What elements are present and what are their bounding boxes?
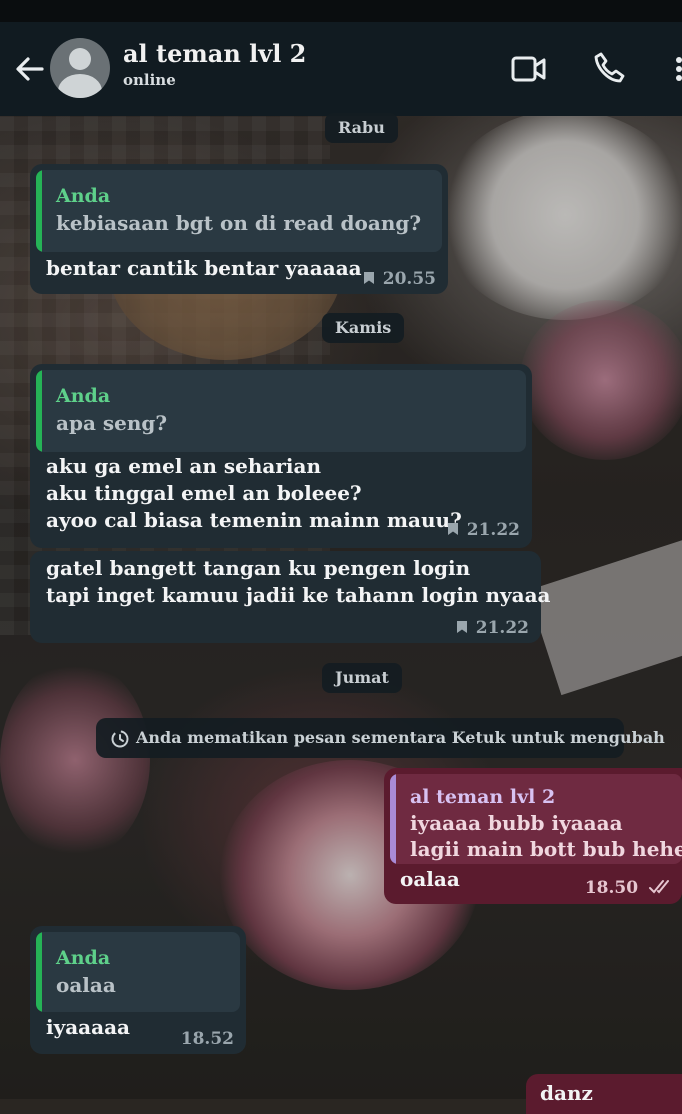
double-check-read-icon — [649, 880, 669, 894]
quote-sender: Anda — [56, 947, 111, 969]
message-bubble-outgoing[interactable]: danz — [526, 1074, 682, 1114]
avatar-placeholder-icon[interactable] — [50, 38, 110, 98]
date-divider-kamis: Kamis — [322, 313, 405, 343]
message-meta: 18.50 — [585, 877, 674, 899]
contact-info[interactable]: al teman lvl 2 online — [123, 38, 306, 90]
message-time: 18.52 — [180, 1029, 234, 1049]
message-text: iyaaaaa — [46, 1015, 131, 1039]
quoted-message[interactable]: Anda kebiasaan bgt on di read doang? — [36, 170, 442, 252]
phone-call-icon[interactable] — [592, 50, 628, 86]
quoted-message[interactable]: Anda oalaa — [36, 932, 240, 1012]
message-time: 21.22 — [466, 520, 520, 540]
starred-icon — [363, 272, 374, 284]
message-bubble-incoming[interactable]: Anda kebiasaan bgt on di read doang? ben… — [30, 164, 448, 294]
contact-status: online — [123, 71, 176, 89]
back-arrow-icon[interactable] — [12, 52, 46, 86]
starred-icon — [456, 621, 467, 633]
date-divider-rabu: Rabu — [325, 113, 398, 143]
message-time: 18.50 — [584, 878, 639, 898]
quote-text: kebiasaan bgt on di read doang? — [56, 211, 422, 235]
disappearing-messages-notice[interactable]: Anda mematikan pesan sementara Ketuk unt… — [96, 718, 665, 758]
quote-text: iyaaaa bubb iyaaaa lagii main bott bub h… — [410, 811, 682, 861]
notice-text: Anda mematikan pesan sementara Ketuk unt… — [136, 728, 665, 747]
message-time: 20.55 — [382, 269, 436, 289]
message-time: 21.22 — [475, 618, 529, 638]
quoted-message[interactable]: al teman lvl 2 iyaaaa bubb iyaaaa lagii … — [390, 774, 682, 864]
starred-icon — [447, 523, 458, 535]
message-bubble-incoming[interactable]: Anda apa seng? aku ga emel an seharian a… — [30, 364, 532, 548]
quoted-message[interactable]: Anda apa seng? — [36, 370, 526, 452]
message-meta: 18.52 — [181, 1028, 234, 1050]
contact-name: al teman lvl 2 — [123, 39, 307, 68]
message-text: danz — [540, 1081, 593, 1105]
message-text: aku ga emel an seharian aku tinggal emel… — [46, 454, 462, 532]
chat-header: al teman lvl 2 online — [0, 22, 682, 116]
message-meta: 20.55 — [363, 268, 436, 290]
message-text: bentar cantik bentar yaaaaa — [46, 256, 362, 280]
message-meta: 21.22 — [447, 519, 520, 541]
status-bar — [0, 0, 682, 22]
message-text: oalaa — [400, 867, 460, 891]
date-divider-jumat: Jumat — [322, 663, 402, 693]
quote-text: oalaa — [56, 973, 116, 997]
video-call-icon[interactable] — [510, 52, 548, 86]
message-meta: 21.22 — [456, 617, 529, 639]
quote-sender: Anda — [56, 185, 111, 207]
disappearing-timer-icon — [111, 730, 129, 748]
message-bubble-incoming[interactable]: gatel bangett tangan ku pengen login tap… — [30, 551, 551, 643]
quote-sender: al teman lvl 2 — [410, 786, 556, 808]
message-bubble-outgoing[interactable]: al teman lvl 2 iyaaaa bubb iyaaaa lagii … — [384, 768, 682, 904]
quote-text: apa seng? — [56, 411, 168, 435]
more-vert-icon[interactable] — [672, 52, 682, 86]
message-bubble-incoming[interactable]: Anda oalaa iyaaaaa 18.52 — [30, 926, 246, 1054]
quote-sender: Anda — [56, 385, 111, 407]
message-text: gatel bangett tangan ku pengen login tap… — [46, 556, 551, 607]
